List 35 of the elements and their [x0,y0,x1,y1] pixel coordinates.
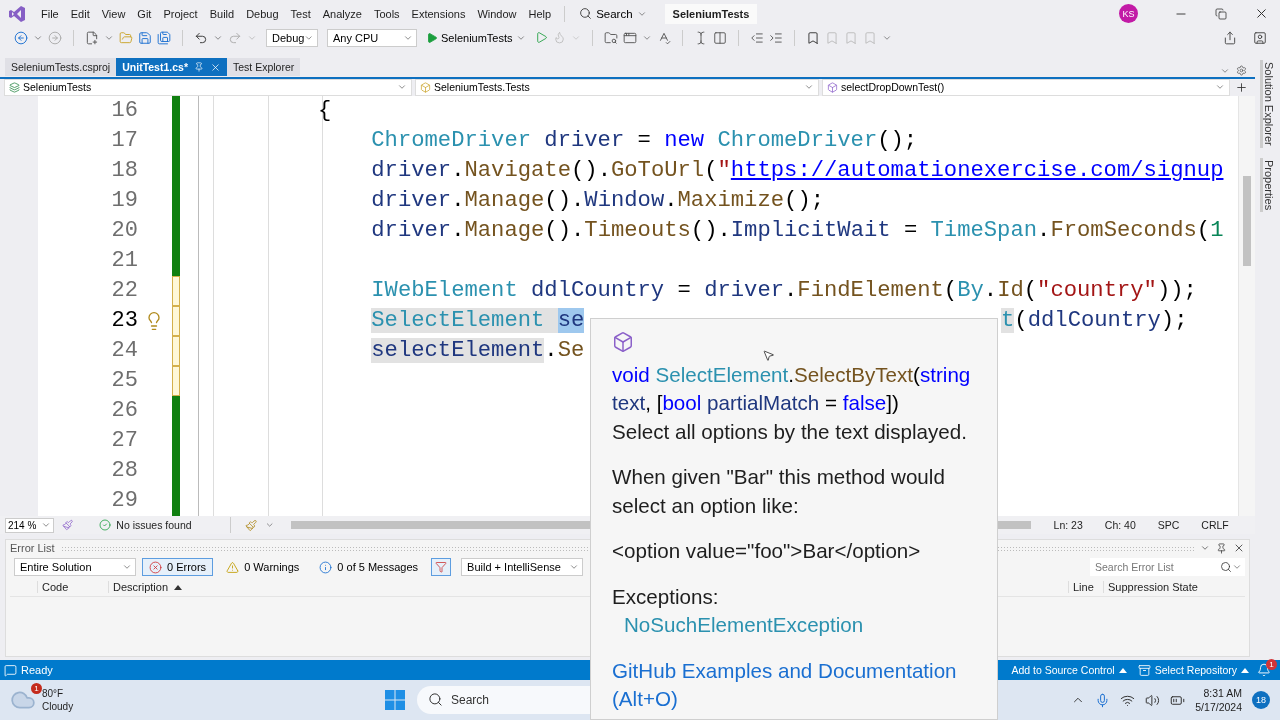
line-number: 21 [110,247,139,276]
line-number: 17 [110,127,139,155]
line-number: 18 [110,157,139,185]
line-number: 29 [110,487,139,516]
code-line: ChromeDriver driver = new ChromeDriver(); [371,126,918,155]
solution-name: SeleniumTests [664,3,758,24]
weather-condition: Cloudy [42,700,74,713]
line-number: 25 [110,367,139,396]
line-number: 28 [110,457,139,486]
line-number: 23 [110,307,139,336]
example-code: <option value="foo">Bar</option> [612,538,922,564]
code-line: { [318,96,332,125]
line-number: 24 [110,337,139,366]
code-line: driver.Navigate().GoToUrl("https://automationexercise.com/signup [371,157,1224,185]
code-line: SelectElement se [371,307,585,336]
temperature: 80°F [42,687,65,700]
code-line: IWebElement ddlCountry = driver.FindElement(By.Id("country")); [371,277,1197,306]
line-number: 27 [110,427,139,456]
panel-title: Error List [10,542,55,555]
status-text: Ready [21,664,53,676]
remarks-text: When given "Bar" this method would select an option like: [612,464,946,519]
code-line: selectElement.Se [371,337,585,366]
method-signature: void SelectElement.SelectByText(string text, [bool partialMatch = false]) [612,361,972,416]
exceptions-label: Exceptions: [612,583,720,610]
code-line: driver.Manage().Window.Maximize(); [371,187,824,216]
line-number: 20 [110,217,139,246]
code-line: driver.Manage().Timeouts().ImplicitWait = TimeSpan.FromSeconds(1 [371,217,1224,246]
line-number: 19 [110,187,139,216]
notification-badge: 1 [1266,659,1277,670]
summary-text: Select all options by the text displayed. [612,418,968,445]
line-number: 26 [110,397,139,426]
line-number: 16 [110,96,139,125]
line-number: 22 [110,277,139,306]
code-line: t(ddlCountry); [1001,307,1188,336]
weather-badge: 1 [31,683,42,694]
